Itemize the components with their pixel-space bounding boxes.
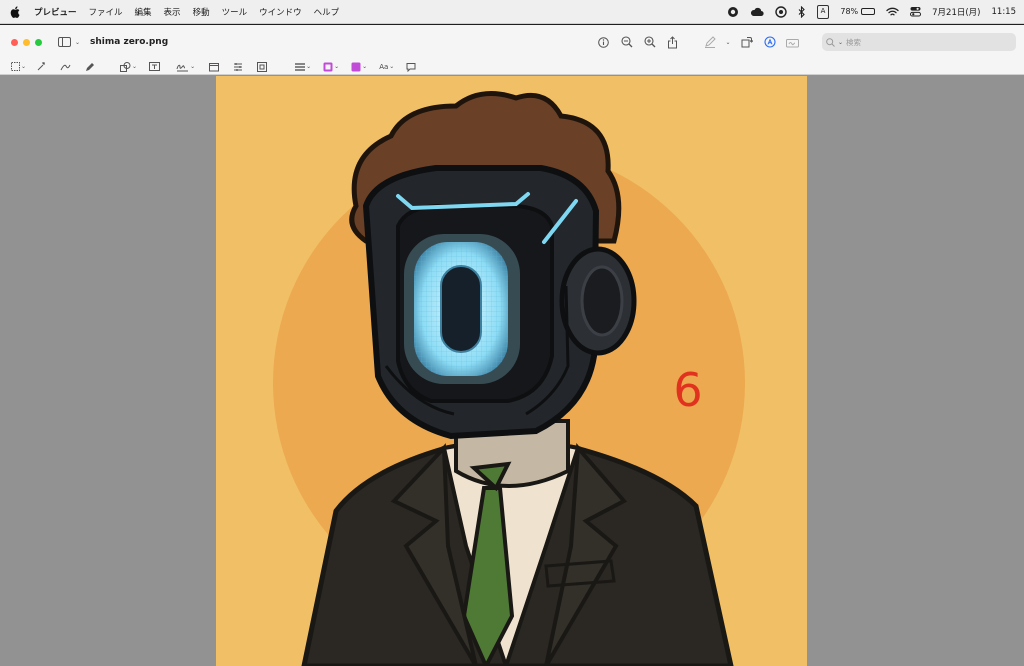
chevron-down-icon: ⌄ bbox=[838, 38, 844, 46]
pen-options-button[interactable]: ⌄ bbox=[721, 32, 735, 52]
note-button[interactable] bbox=[406, 60, 416, 74]
rotate-button[interactable] bbox=[735, 32, 758, 52]
search-placeholder: 検索 bbox=[846, 37, 862, 47]
displayed-image: 0 6 bbox=[216, 76, 807, 666]
menu-view[interactable]: 表示 bbox=[164, 6, 181, 18]
adjust-color-icon bbox=[209, 62, 220, 71]
menu-window[interactable]: ウインドウ bbox=[259, 6, 302, 18]
text-box-button[interactable] bbox=[149, 60, 161, 74]
selection-tool-button[interactable]: ⌄ bbox=[11, 60, 26, 74]
crop-button[interactable] bbox=[257, 60, 268, 74]
line-style-button[interactable]: ⌄ bbox=[295, 60, 311, 74]
battery-status[interactable]: 78% bbox=[840, 7, 876, 16]
adjust-color-button[interactable] bbox=[209, 60, 220, 74]
sign-tool-button[interactable]: ⌄ bbox=[176, 60, 195, 74]
markup-toolbar: ⌄ ⌄ ⌄ ⌄ ⌄ ⌄ Aa ⌄ bbox=[0, 59, 1024, 75]
preview-window: ⌄ shima zero.png ⌄ ⌄ 検索 ⌄ ⌄ ⌄ ⌄ ⌄ ⌄ Aa ⌄… bbox=[0, 25, 1024, 666]
fill-color-button[interactable]: ⌄ bbox=[351, 60, 367, 74]
sketch-icon bbox=[60, 64, 71, 70]
markup-pen-button[interactable] bbox=[698, 32, 721, 52]
battery-icon bbox=[861, 8, 876, 15]
fullscreen-window-button[interactable] bbox=[35, 38, 42, 46]
menu-help[interactable]: ヘルプ bbox=[314, 6, 340, 18]
sign-icon bbox=[176, 64, 189, 71]
markup-toolbar-button[interactable] bbox=[758, 32, 781, 52]
window-titlebar: ⌄ shima zero.png ⌄ ⌄ 検索 bbox=[0, 25, 1024, 59]
status-area: A 78% 7月21日(月) 11:15 bbox=[727, 4, 1017, 19]
wifi-icon[interactable] bbox=[886, 5, 899, 19]
battery-percent: 78% bbox=[840, 7, 859, 16]
creative-cloud-icon[interactable] bbox=[727, 5, 739, 19]
sidebar-icon bbox=[58, 37, 71, 47]
info-button[interactable] bbox=[592, 32, 615, 52]
crop-icon bbox=[257, 61, 268, 72]
chevron-down-icon: ⌄ bbox=[725, 38, 731, 46]
ear-module-inner bbox=[580, 265, 624, 337]
zoom-out-button[interactable] bbox=[615, 32, 638, 52]
document-canvas[interactable]: 0 6 bbox=[0, 76, 1024, 666]
shapes-tool-button[interactable]: ⌄ bbox=[120, 60, 137, 74]
minimize-window-button[interactable] bbox=[23, 38, 30, 46]
search-field[interactable]: ⌄ 検索 bbox=[822, 33, 1016, 51]
border-color-button[interactable]: ⌄ bbox=[323, 60, 339, 74]
menu-go[interactable]: 移動 bbox=[193, 6, 210, 18]
window-controls bbox=[11, 38, 42, 46]
menu-edit[interactable]: 編集 bbox=[135, 6, 152, 18]
shapes-icon bbox=[120, 61, 131, 72]
menu-tools[interactable]: ツール bbox=[222, 6, 248, 18]
apple-menu-icon[interactable] bbox=[8, 5, 22, 19]
fill-color-icon bbox=[351, 62, 361, 71]
menu-app-name[interactable]: プレビュー bbox=[34, 6, 77, 18]
rotate-icon bbox=[741, 37, 753, 48]
signature-button[interactable] bbox=[781, 32, 804, 52]
instant-alpha-button[interactable] bbox=[36, 60, 46, 74]
sync-icon[interactable] bbox=[774, 5, 787, 19]
menu-bar: プレビュー ファイル 編集 表示 移動 ツール ウインドウ ヘルプ A 78% … bbox=[0, 0, 1024, 24]
bluetooth-icon[interactable] bbox=[798, 5, 806, 19]
input-mode-indicator[interactable]: A bbox=[816, 4, 830, 19]
document-title: shima zero.png bbox=[90, 37, 169, 47]
pen-icon bbox=[704, 36, 716, 48]
share-icon bbox=[668, 35, 677, 48]
text-box-icon bbox=[149, 62, 161, 71]
draw-icon bbox=[86, 62, 95, 71]
chevron-down-icon: ⌄ bbox=[75, 38, 81, 46]
number-label: 6 bbox=[673, 363, 702, 417]
zoom-out-icon bbox=[620, 36, 632, 48]
text-style-button[interactable]: Aa ⌄ bbox=[379, 60, 394, 74]
adjust-size-button[interactable] bbox=[233, 60, 243, 74]
markup-icon bbox=[763, 36, 776, 48]
magic-wand-icon bbox=[37, 61, 46, 70]
zero-glyph-hole bbox=[440, 265, 482, 353]
menu-file[interactable]: ファイル bbox=[89, 6, 123, 18]
menubar-date[interactable]: 7月21日(月) bbox=[932, 6, 980, 18]
share-button[interactable] bbox=[661, 32, 684, 52]
control-center-icon[interactable] bbox=[910, 5, 922, 19]
sketch-tool-button[interactable] bbox=[60, 60, 71, 74]
text-style-label: Aa bbox=[379, 62, 389, 71]
sidebar-toggle-button[interactable]: ⌄ bbox=[58, 37, 80, 47]
draw-tool-button[interactable] bbox=[85, 60, 96, 74]
adjust-size-icon bbox=[234, 62, 243, 71]
title-toolbar: ⌄ bbox=[592, 25, 804, 59]
zoom-in-icon bbox=[643, 36, 655, 48]
zoom-in-button[interactable] bbox=[638, 32, 661, 52]
info-icon bbox=[598, 36, 609, 48]
menubar-time[interactable]: 11:15 bbox=[992, 7, 1017, 17]
line-style-icon bbox=[295, 62, 306, 71]
signature-icon bbox=[785, 38, 799, 47]
speech-bubble-icon bbox=[406, 62, 416, 72]
cloud-icon[interactable] bbox=[750, 5, 764, 19]
close-window-button[interactable] bbox=[11, 38, 18, 46]
border-color-icon bbox=[323, 62, 333, 71]
search-icon bbox=[826, 37, 835, 47]
rectangle-selection-icon bbox=[11, 62, 20, 71]
